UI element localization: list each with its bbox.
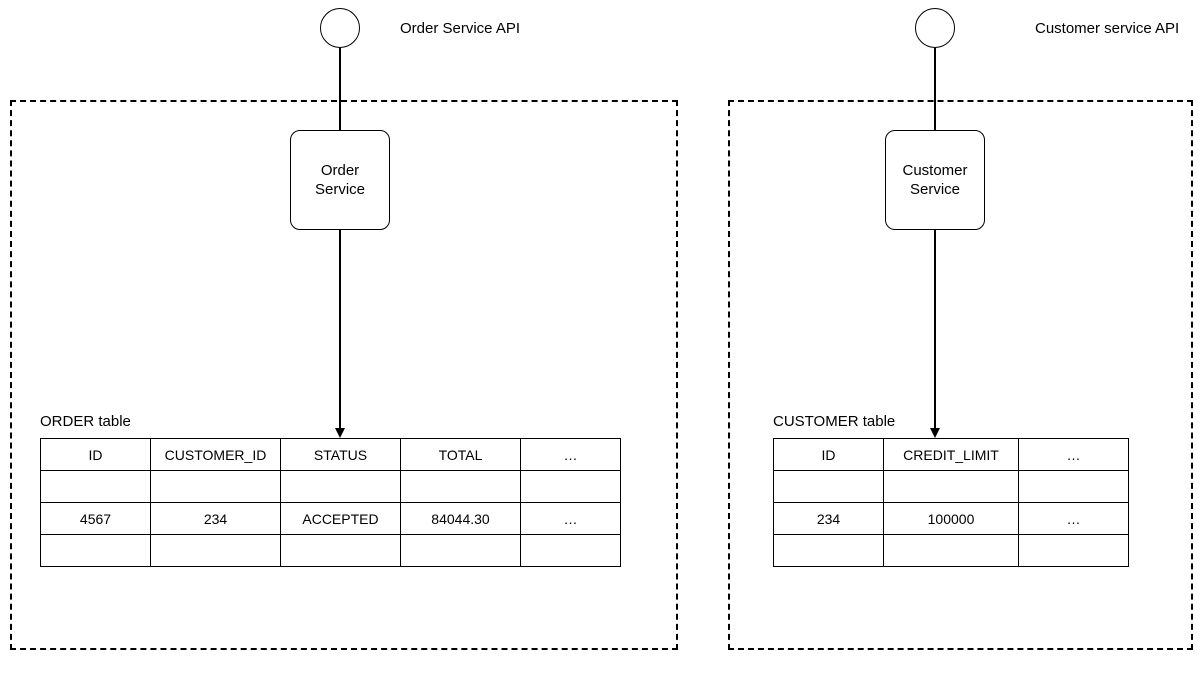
order-service-box-label: Order Service (315, 161, 365, 200)
cell (884, 471, 1019, 503)
order-api-connector (339, 48, 341, 130)
cell: 234 (774, 503, 884, 535)
cell (151, 471, 281, 503)
cell (281, 535, 401, 567)
table-row (774, 471, 1129, 503)
table-row: 234 100000 … (774, 503, 1129, 535)
cell: 100000 (884, 503, 1019, 535)
cell (521, 471, 621, 503)
table-row (774, 535, 1129, 567)
cell (1019, 471, 1129, 503)
order-col-id: ID (41, 439, 151, 471)
order-service-to-table-arrow (335, 428, 345, 438)
customer-table: ID CREDIT_LIMIT … 234 100000 … (773, 438, 1129, 567)
cell (401, 471, 521, 503)
order-col-total: TOTAL (401, 439, 521, 471)
cell (41, 471, 151, 503)
cell: … (521, 503, 621, 535)
customer-api-circle (915, 8, 955, 48)
customer-service-to-table-line (934, 230, 936, 428)
cell (1019, 535, 1129, 567)
order-col-customer-id: CUSTOMER_ID (151, 439, 281, 471)
cell (401, 535, 521, 567)
customer-api-connector (934, 48, 936, 130)
table-row (41, 471, 621, 503)
customer-service-box-label: Customer Service (902, 161, 967, 200)
customer-api-label: Customer service API (1035, 20, 1179, 37)
order-table-label: ORDER table (40, 413, 131, 430)
table-row: 4567 234 ACCEPTED 84044.30 … (41, 503, 621, 535)
cell (521, 535, 621, 567)
customer-col-id: ID (774, 439, 884, 471)
customer-table-label: CUSTOMER table (773, 413, 895, 430)
customer-service-box: Customer Service (885, 130, 985, 230)
order-col-more: … (521, 439, 621, 471)
cell (774, 535, 884, 567)
table-header-row: ID CUSTOMER_ID STATUS TOTAL … (41, 439, 621, 471)
table-row (41, 535, 621, 567)
cell (151, 535, 281, 567)
order-col-status: STATUS (281, 439, 401, 471)
cell: 84044.30 (401, 503, 521, 535)
cell: 234 (151, 503, 281, 535)
order-api-label: Order Service API (400, 20, 520, 37)
cell (41, 535, 151, 567)
table-header-row: ID CREDIT_LIMIT … (774, 439, 1129, 471)
cell (281, 471, 401, 503)
customer-col-more: … (1019, 439, 1129, 471)
order-table: ID CUSTOMER_ID STATUS TOTAL … 4567 234 A… (40, 438, 621, 567)
cell (774, 471, 884, 503)
cell: 4567 (41, 503, 151, 535)
order-service-to-table-line (339, 230, 341, 428)
customer-service-to-table-arrow (930, 428, 940, 438)
cell (884, 535, 1019, 567)
cell: ACCEPTED (281, 503, 401, 535)
cell: … (1019, 503, 1129, 535)
order-service-box: Order Service (290, 130, 390, 230)
order-api-circle (320, 8, 360, 48)
customer-col-credit-limit: CREDIT_LIMIT (884, 439, 1019, 471)
